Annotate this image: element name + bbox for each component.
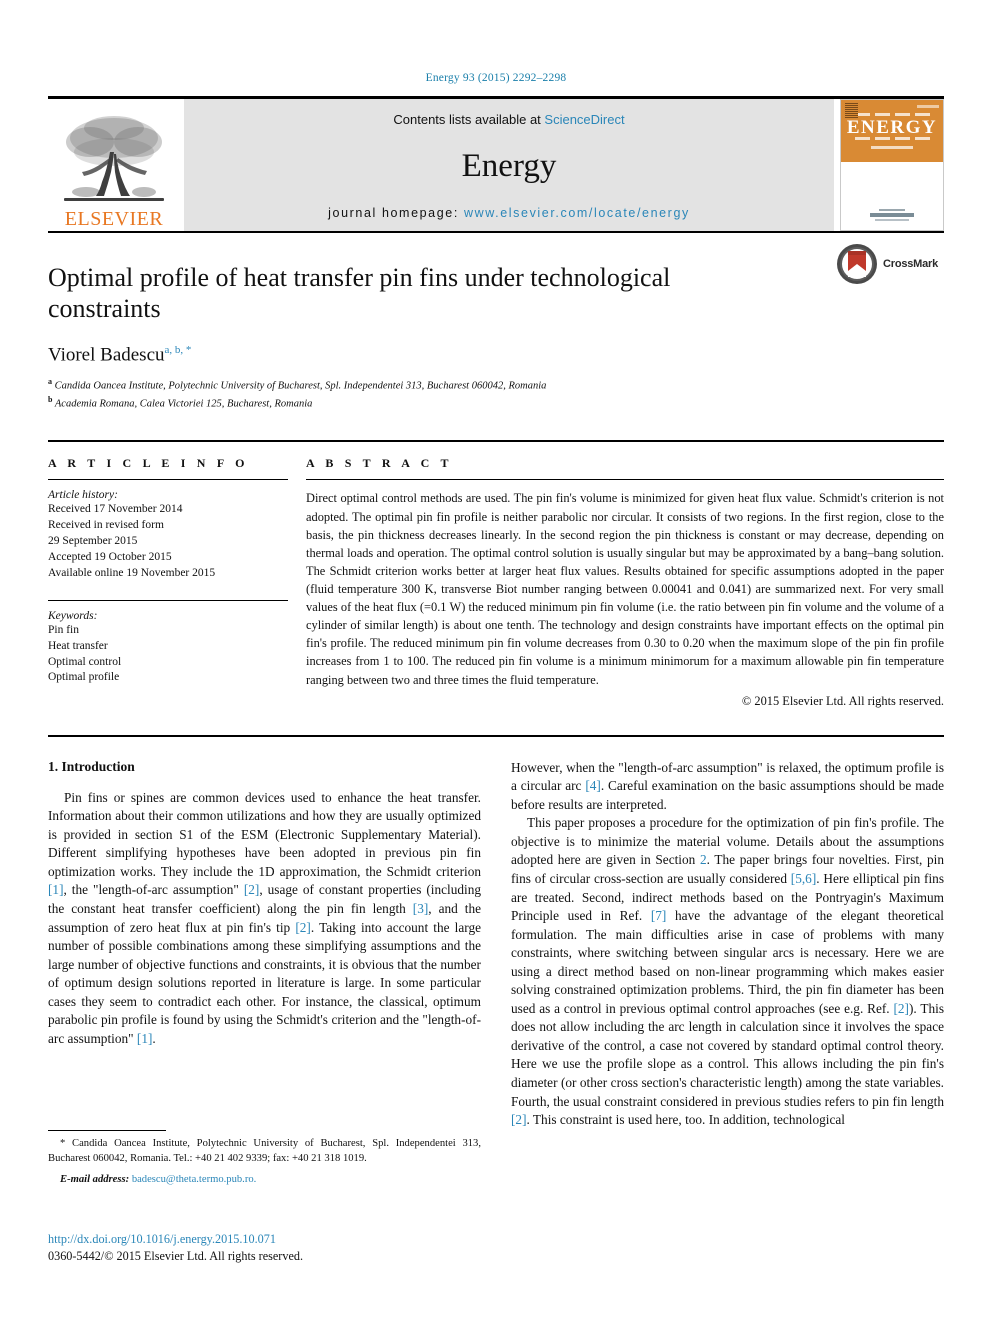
affiliation-b-mark: b (48, 395, 53, 405)
body-column-left: 1. Introduction Pin fins or spines are c… (48, 759, 481, 1130)
elsevier-tree-icon (64, 116, 164, 201)
elsevier-wordmark: ELSEVIER (64, 208, 164, 230)
journal-banner: Contents lists available at ScienceDirec… (184, 99, 834, 231)
doi-link[interactable]: http://dx.doi.org/10.1016/j.energy.2015.… (48, 1232, 548, 1247)
keywords-rule (48, 599, 288, 601)
keyword-item: Optimal profile (48, 671, 120, 684)
body-column-right: However, when the "length-of-arc assumpt… (511, 759, 944, 1130)
citation-link[interactable]: [1] (137, 1031, 153, 1046)
contents-available-line: Contents lists available at ScienceDirec… (393, 112, 624, 127)
intro-paragraph-left: Pin fins or spines are common devices us… (48, 789, 481, 1049)
cover-keyword-row-bottom (854, 137, 930, 140)
body-columns: 1. Introduction Pin fins or spines are c… (48, 759, 944, 1130)
affiliation-b-text: Academia Romana, Calea Victoriei 125, Bu… (54, 398, 313, 410)
corresponding-author-note: * Candida Oancea Institute, Polytechnic … (48, 1138, 481, 1164)
keyword-item: Pin fin (48, 623, 79, 636)
issn-copyright-line: 0360-5442/© 2015 Elsevier Ltd. All right… (48, 1249, 303, 1263)
cover-keyword-row-top (854, 113, 930, 116)
history-item: Received in revised form (48, 519, 164, 532)
paper-page: Energy 93 (2015) 2292–2298 ELSEVIER Cont… (0, 0, 992, 1323)
cover-white-body (841, 162, 943, 230)
author-list: Viorel Badescua, b, * (48, 344, 944, 366)
citation-link[interactable]: [2] (511, 1112, 527, 1127)
email-note: E-mail address: badescu@theta.termo.pub.… (48, 1174, 481, 1185)
affiliation-a-mark: a (48, 376, 52, 386)
cover-elsevier-mini-logo (845, 103, 858, 118)
history-item: 29 September 2015 (48, 535, 138, 548)
history-item: Received 17 November 2014 (48, 503, 183, 516)
citation-link[interactable]: [7] (651, 908, 667, 923)
intro-text-b: , the "length-of-arc assumption" (63, 882, 244, 898)
body-separator-rule (48, 734, 944, 737)
sciencedirect-link[interactable]: ScienceDirect (544, 112, 624, 127)
cover-publisher-mark (841, 209, 943, 221)
article-info-heading: A R T I C L E I N F O (48, 456, 249, 471)
title-area: Optimal profile of heat transfer pin fin… (48, 233, 944, 412)
journal-title: Energy (461, 148, 557, 184)
intro-text-f: . (152, 1030, 156, 1046)
homepage-prefix: journal homepage: (328, 206, 464, 220)
footnote-block: * Candida Oancea Institute, Polytechnic … (48, 1130, 481, 1185)
section-link[interactable]: 2 (700, 852, 707, 867)
abstract-rule (306, 479, 944, 481)
keywords-label: Keywords: (48, 609, 98, 622)
intro-text-e: . Taking into account the large number o… (48, 919, 481, 1046)
citation-link[interactable]: [2] (295, 920, 311, 935)
abstract-text: Direct optimal control methods are used.… (306, 491, 944, 687)
affiliations: a Candida Oancea Institute, Polytechnic … (48, 376, 944, 413)
crossmark-icon (837, 244, 877, 284)
homepage-url-link[interactable]: www.elsevier.com/locate/energy (464, 206, 690, 220)
affiliation-a: a Candida Oancea Institute, Polytechnic … (48, 376, 944, 394)
author-affiliation-marks: a, b, * (164, 344, 192, 357)
keyword-item: Optimal control (48, 655, 122, 668)
right-paragraph-1: However, when the "length-of-arc assumpt… (511, 759, 944, 815)
abstract-copyright: © 2015 Elsevier Ltd. All rights reserved… (741, 693, 944, 708)
journal-homepage-line: journal homepage: www.elsevier.com/locat… (328, 206, 690, 220)
page-title: Optimal profile of heat transfer pin fin… (48, 263, 671, 323)
article-info-column: A R T I C L E I N F O Article history: R… (48, 456, 306, 708)
info-abstract-region: A R T I C L E I N F O Article history: R… (48, 440, 944, 708)
author-name: Viorel Badescu (48, 344, 165, 366)
intro-text-a: Pin fins or spines are common devices us… (48, 789, 481, 879)
email-label: E-mail address: (60, 1173, 130, 1185)
affiliation-b: b Academia Romana, Calea Victoriei 125, … (48, 394, 944, 412)
elsevier-logo: ELSEVIER (48, 99, 180, 231)
citation-link[interactable]: [3] (413, 901, 429, 916)
journal-cover-thumbnail: ENERGY (840, 99, 944, 231)
abstract-column: A B S T R A C T Direct optimal control m… (306, 456, 944, 708)
cover-subtitle-bar (871, 146, 913, 149)
cover-journal-name: ENERGY (846, 117, 938, 138)
keyword-item: Heat transfer (48, 639, 108, 652)
article-info-rule (48, 479, 288, 481)
cover-top-band: ENERGY (841, 100, 943, 162)
footnote-rule (48, 1130, 166, 1131)
right-text-g: ). This does not allow including the arc… (511, 1000, 944, 1109)
affiliation-a-text: Candida Oancea Institute, Polytechnic Un… (54, 380, 547, 392)
citation-link[interactable]: [1] (48, 882, 64, 897)
abstract-heading: A B S T R A C T (306, 456, 453, 471)
article-history-label: Article history: (48, 489, 118, 502)
history-item: Available online 19 November 2015 (48, 566, 216, 579)
right-text-h: . This constraint is used here, too. In … (526, 1112, 845, 1128)
section-heading-introduction: 1. Introduction (48, 758, 135, 774)
history-item: Accepted 19 October 2015 (48, 551, 172, 564)
citation-link[interactable]: [5,6] (791, 871, 816, 886)
right-paragraph-2: This paper proposes a procedure for the … (511, 814, 944, 1129)
crossmark-badge[interactable]: CrossMark (836, 243, 944, 285)
running-head: Energy 93 (2015) 2292–2298 (425, 72, 567, 84)
email-link[interactable]: badescu@theta.termo.pub.ro. (132, 1174, 256, 1185)
journal-masthead: ELSEVIER Contents lists available at Sci… (48, 96, 944, 231)
right-text-f: have the advantage of the elegant theore… (511, 908, 944, 1016)
doi-block: http://dx.doi.org/10.1016/j.energy.2015.… (48, 1232, 548, 1264)
contents-prefix: Contents lists available at (393, 112, 545, 127)
keywords-block: Keywords: Pin fin Heat transfer Optimal … (48, 599, 288, 686)
citation-link[interactable]: [2] (893, 1001, 909, 1016)
cover-issn-bar (917, 105, 939, 108)
citation-link[interactable]: [4] (585, 778, 601, 793)
crossmark-label: CrossMark (883, 258, 939, 270)
citation-link[interactable]: [2] (244, 882, 260, 897)
